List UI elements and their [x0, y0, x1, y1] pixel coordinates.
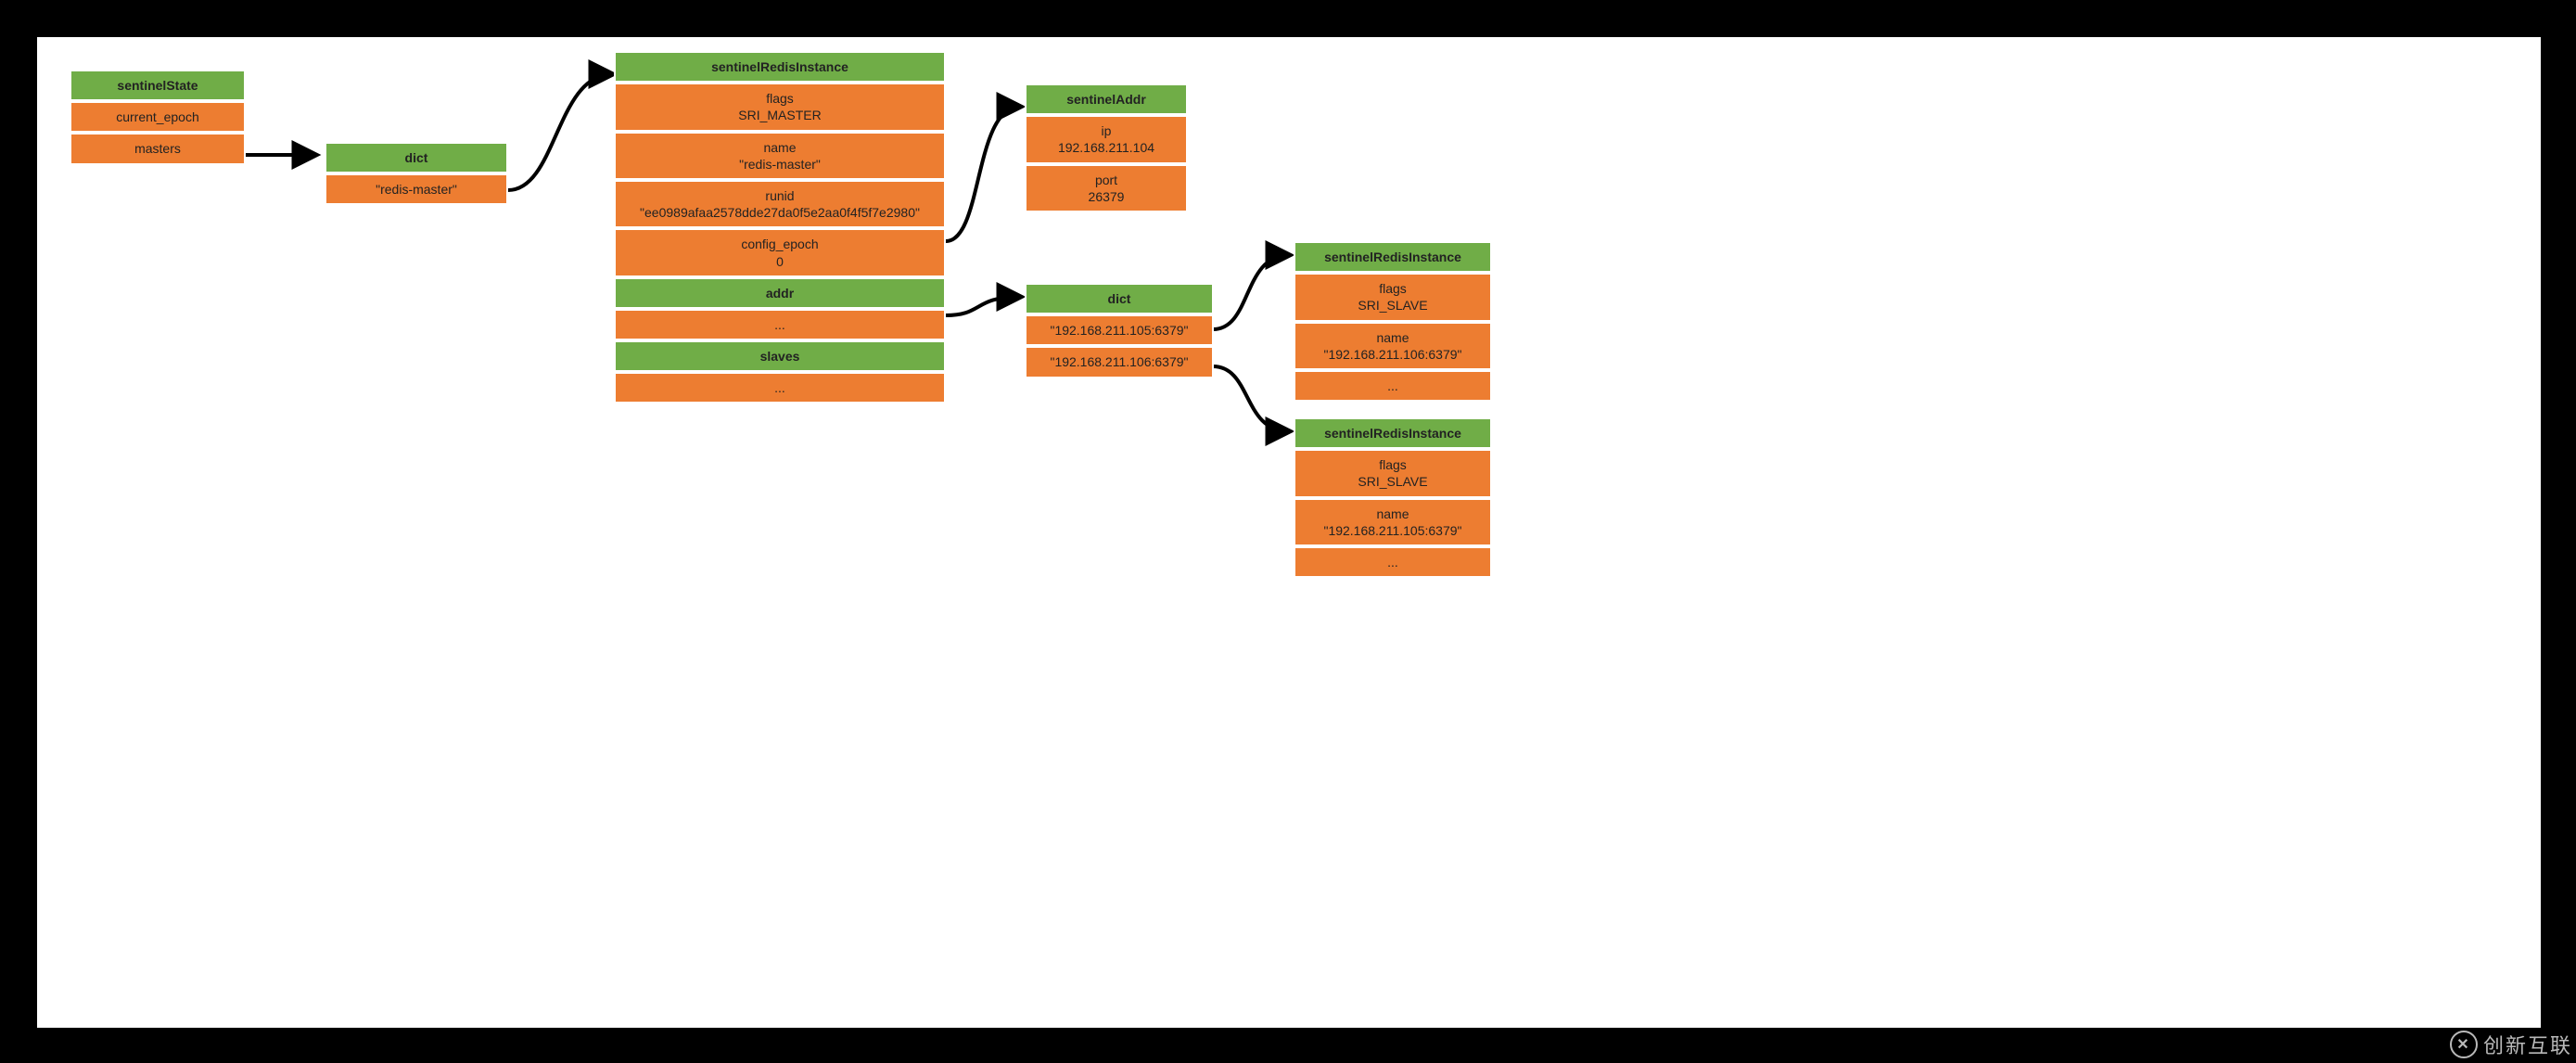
instance-master-addr-ellipsis: ... — [614, 309, 946, 340]
sentinel-state-row-masters: masters — [70, 133, 246, 164]
instance-slave-1-title: sentinelRedisInstance — [1294, 241, 1492, 273]
instance-slave-1-name: name "192.168.211.106:6379" — [1294, 322, 1492, 370]
instance-slave-2-title: sentinelRedisInstance — [1294, 417, 1492, 449]
diagram-canvas: sentinelState current_epoch masters dict… — [37, 37, 2541, 1028]
dict-slaves-title: dict — [1025, 283, 1214, 314]
sentinel-state-box: sentinelState current_epoch masters — [70, 70, 246, 165]
instance-slave-2-name: name "192.168.211.105:6379" — [1294, 498, 1492, 546]
watermark-text: 创新互联 — [2483, 1030, 2572, 1059]
dict-slaves-box: dict "192.168.211.105:6379" "192.168.211… — [1025, 283, 1214, 378]
instance-slave-2-box: sentinelRedisInstance flags SRI_SLAVE na… — [1294, 417, 1492, 578]
sentinel-addr-box: sentinelAddr ip 192.168.211.104 port 263… — [1025, 83, 1188, 212]
instance-master-name: name "redis-master" — [614, 132, 946, 180]
dict-slaves-row-1: "192.168.211.106:6379" — [1025, 346, 1214, 378]
instance-slave-2-flags: flags SRI_SLAVE — [1294, 449, 1492, 497]
watermark: ✕ 创新互联 — [2450, 1030, 2572, 1059]
dict-masters-row-0: "redis-master" — [325, 173, 508, 205]
sentinel-addr-port: port 26379 — [1025, 164, 1188, 212]
instance-master-flags: flags SRI_MASTER — [614, 83, 946, 131]
instance-master-slaves-ellipsis: ... — [614, 372, 946, 403]
instance-slave-1-ell: ... — [1294, 370, 1492, 402]
instance-slave-1-flags: flags SRI_SLAVE — [1294, 273, 1492, 321]
instance-master-config-epoch: config_epoch 0 — [614, 228, 946, 276]
instance-master-slaves-label: slaves — [614, 340, 946, 372]
sentinel-addr-ip: ip 192.168.211.104 — [1025, 115, 1188, 163]
dict-masters-box: dict "redis-master" — [325, 142, 508, 205]
dict-slaves-row-0: "192.168.211.105:6379" — [1025, 314, 1214, 346]
page-root: sentinelState current_epoch masters dict… — [0, 0, 2576, 1063]
watermark-icon: ✕ — [2450, 1031, 2478, 1058]
instance-master-box: sentinelRedisInstance flags SRI_MASTER n… — [614, 51, 946, 403]
instance-master-runid: runid "ee0989afaa2578dde27da0f5e2aa0f4f5… — [614, 180, 946, 228]
instance-master-addr-label: addr — [614, 277, 946, 309]
dict-masters-title: dict — [325, 142, 508, 173]
sentinel-state-row-epoch: current_epoch — [70, 101, 246, 133]
sentinel-state-title: sentinelState — [70, 70, 246, 101]
instance-slave-1-box: sentinelRedisInstance flags SRI_SLAVE na… — [1294, 241, 1492, 402]
instance-slave-2-ell: ... — [1294, 546, 1492, 578]
sentinel-addr-title: sentinelAddr — [1025, 83, 1188, 115]
instance-master-title: sentinelRedisInstance — [614, 51, 946, 83]
